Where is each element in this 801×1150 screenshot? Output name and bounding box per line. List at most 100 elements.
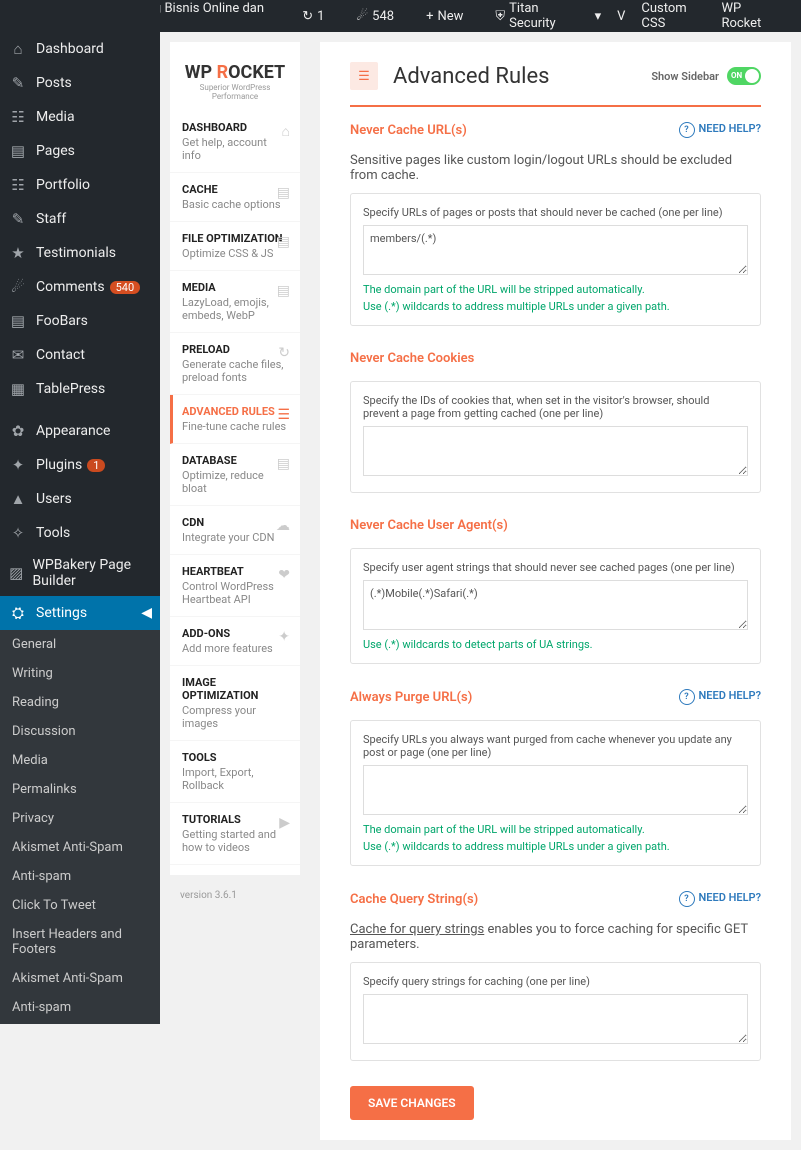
rocket-nav-tools[interactable]: TOOLSImport, Export, Rollback [170,741,300,803]
section-desc: Sensitive pages like custom login/logout… [350,153,761,183]
need-help-link[interactable]: NEED HELP? [679,689,762,705]
menu-pages[interactable]: ▤Pages [0,134,160,168]
page-title: Advanced Rules [393,64,651,89]
rocket-nav-heartbeat[interactable]: HEARTBEATControl WordPress Heartbeat API… [170,555,300,617]
rocket-nav-media[interactable]: MEDIALazyLoad, emojis, embeds, WebP▤ [170,271,300,333]
section-title: Cache Query String(s) [350,892,679,907]
menu-plugins[interactable]: ✦Plugins1 [0,448,160,482]
show-sidebar-toggle[interactable]: ON [727,67,761,85]
submenu-akismet-anti-spam[interactable]: Akismet Anti-Spam [0,964,160,993]
submenu-akismet-anti-spam[interactable]: Akismet Anti-Spam [0,833,160,862]
cache-icon: ▤ [277,185,290,201]
plugins-icon: ✦ [8,455,28,475]
file optimization-icon: ▤ [277,234,290,250]
rocket-nav-preload[interactable]: PRELOADGenerate cache files, preload fon… [170,333,300,395]
section-title: Never Cache User Agent(s) [350,518,761,533]
menu-portfolio[interactable]: ☷Portfolio [0,168,160,202]
submenu-insert-headers-and-footers[interactable]: Insert Headers and Footers [0,920,160,964]
rocket-nav-cdn[interactable]: CDNIntegrate your CDN☁ [170,506,300,555]
rocket-nav-cache[interactable]: CACHEBasic cache options▤ [170,173,300,222]
comments-icon: ☄ [8,277,28,297]
updates-link[interactable]: ↻ 1 [302,9,340,24]
wpbakery page builder-icon: ▨ [8,563,24,583]
menu-settings[interactable]: ⛭Settings◀ [0,596,160,630]
submenu-click-to-tweet[interactable]: Click To Tweet [0,891,160,920]
submenu-media[interactable]: Media [0,746,160,775]
menu-tools[interactable]: ✧Tools [0,516,160,550]
v-icon[interactable]: V [617,9,625,24]
hint: Use (.*) wildcards to address multiple U… [363,840,748,853]
titan-link[interactable]: ⛨ Titan Security ▾ [495,1,601,31]
rocket-nav-database[interactable]: DATABASEOptimize, reduce bloat▤ [170,444,300,506]
wprocket-link[interactable]: WP Rocket [721,1,777,31]
rocket-settings-nav: WP ROCKET Superior WordPress Performance… [170,42,300,875]
menu-posts[interactable]: ✎Posts [0,66,160,100]
rocket-nav-dashboard[interactable]: DASHBOARDGet help, account info⌂ [170,111,300,173]
never-cache-urls-input[interactable] [363,225,748,275]
rocket-nav-advanced-rules[interactable]: ADVANCED RULESFine-tune cache rules☰ [170,395,300,444]
submenu-general[interactable]: General [0,630,160,659]
need-help-link[interactable]: NEED HELP? [679,122,762,138]
pages-icon: ▤ [8,141,28,161]
menu-contact[interactable]: ✉Contact [0,338,160,372]
submenu-anti-spam[interactable]: Anti-spam [0,862,160,891]
never-cache-ua-input[interactable] [363,580,748,630]
database-icon: ▤ [277,456,290,472]
wp-rocket-logo: WP ROCKET Superior WordPress Performance [170,52,300,111]
submenu-permalinks[interactable]: Permalinks [0,775,160,804]
rocket-nav-file-optimization[interactable]: FILE OPTIMIZATIONOptimize CSS & JS▤ [170,222,300,271]
submenu-writing[interactable]: Writing [0,659,160,688]
custom-css-link[interactable]: Custom CSS [641,1,705,31]
hint: The domain part of the URL will be strip… [363,823,748,836]
submenu-reading[interactable]: Reading [0,688,160,717]
never-cache-cookies-input[interactable] [363,426,748,476]
heartbeat-icon: ❤ [278,567,290,583]
tools-icon: ✧ [8,523,28,543]
section-title: Always Purge URL(s) [350,690,679,705]
settings-icon: ⛭ [8,603,28,623]
save-changes-button[interactable]: SAVE CHANGES [350,1086,474,1120]
show-sidebar-label: Show Sidebar [651,70,719,83]
rules-icon: ☰ [350,62,378,90]
field-label: Specify the IDs of cookies that, when se… [363,394,748,420]
menu-appearance[interactable]: ✿Appearance [0,414,160,448]
menu-testimonials[interactable]: ★Testimonials [0,236,160,270]
posts-icon: ✎ [8,73,28,93]
dashboard-icon: ⌂ [282,123,290,140]
submenu-discussion[interactable]: Discussion [0,717,160,746]
users-icon: ▲ [8,489,28,509]
field-label: Specify URLs you always want purged from… [363,733,748,759]
hint: Use (.*) wildcards to address multiple U… [363,300,748,313]
new-link[interactable]: + New [426,9,479,24]
tutorials-icon: ▶ [279,815,290,831]
dashboard-icon: ⌂ [8,39,28,59]
appearance-icon: ✿ [8,421,28,441]
menu-staff[interactable]: ✎Staff [0,202,160,236]
field-label: Specify query strings for caching (one p… [363,975,748,988]
menu-wpbakery-page-builder[interactable]: ▨WPBakery Page Builder [0,550,160,596]
menu-comments[interactable]: ☄Comments540 [0,270,160,304]
menu-dashboard[interactable]: ⌂Dashboard [0,32,160,66]
rocket-nav-add-ons[interactable]: ADD-ONSAdd more features✦ [170,617,300,666]
menu-media[interactable]: ☷Media [0,100,160,134]
portfolio-icon: ☷ [8,175,28,195]
submenu-privacy[interactable]: Privacy [0,804,160,833]
hint: Use (.*) wildcards to detect parts of UA… [363,638,748,651]
section-title: Never Cache Cookies [350,351,761,366]
hint: The domain part of the URL will be strip… [363,283,748,296]
wp-admin-sidebar: ⌂Dashboard✎Posts☷Media▤Pages☷Portfolio✎S… [0,0,160,1024]
need-help-link[interactable]: NEED HELP? [679,891,762,907]
tablepress-icon: ▦ [8,379,28,399]
menu-foobars[interactable]: ▤FooBars [0,304,160,338]
menu-tablepress[interactable]: ▦TablePress [0,372,160,406]
media-icon: ☷ [8,107,28,127]
submenu-anti-spam[interactable]: Anti-spam [0,993,160,1022]
always-purge-urls-input[interactable] [363,765,748,815]
cache-query-strings-input[interactable] [363,994,748,1044]
rocket-nav-tutorials[interactable]: TUTORIALSGetting started and how to vide… [170,803,300,865]
comments-link[interactable]: ☄ 548 [356,9,410,24]
rocket-nav-image-optimization[interactable]: IMAGE OPTIMIZATIONCompress your images [170,666,300,741]
menu-users[interactable]: ▲Users [0,482,160,516]
cdn-icon: ☁ [276,518,290,534]
foobars-icon: ▤ [8,311,28,331]
